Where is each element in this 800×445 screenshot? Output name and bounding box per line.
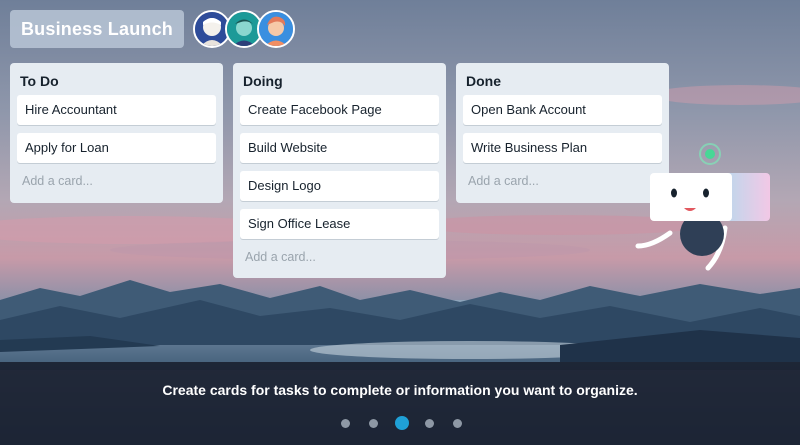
card[interactable]: Design Logo — [240, 171, 439, 201]
list-doing: Doing Create Facebook Page Build Website… — [233, 63, 446, 278]
card[interactable]: Open Bank Account — [463, 95, 662, 125]
carousel-dot[interactable] — [341, 419, 350, 428]
carousel-dot[interactable] — [453, 419, 462, 428]
avatar[interactable] — [257, 10, 295, 48]
caption-bar — [0, 362, 800, 445]
card[interactable]: Build Website — [240, 133, 439, 163]
card[interactable]: Create Facebook Page — [240, 95, 439, 125]
onboarding-caption: Create cards for tasks to complete or in… — [162, 382, 638, 398]
carousel-dot[interactable] — [425, 419, 434, 428]
user-avatar-icon — [195, 12, 229, 46]
carousel-dot-active[interactable] — [395, 416, 409, 430]
carousel-pagination — [0, 414, 800, 432]
list-title: Done — [466, 73, 501, 89]
robot-mascot-icon — [635, 143, 770, 271]
user-avatar-icon — [259, 12, 293, 46]
card[interactable]: Hire Accountant — [17, 95, 216, 125]
carousel-dot[interactable] — [369, 419, 378, 428]
list-to-do: To Do Hire Accountant Apply for Loan Add… — [10, 63, 223, 203]
user-avatar-icon — [227, 12, 261, 46]
add-card-button[interactable]: Add a card... — [240, 247, 439, 267]
list-title: To Do — [20, 73, 59, 89]
member-avatars — [193, 10, 295, 48]
add-card-button[interactable]: Add a card... — [17, 171, 216, 191]
signal-antenna-icon — [699, 143, 721, 165]
board-title[interactable]: Business Launch — [10, 10, 184, 48]
list-title: Doing — [243, 73, 283, 89]
card[interactable]: Sign Office Lease — [240, 209, 439, 239]
card[interactable]: Apply for Loan — [17, 133, 216, 163]
